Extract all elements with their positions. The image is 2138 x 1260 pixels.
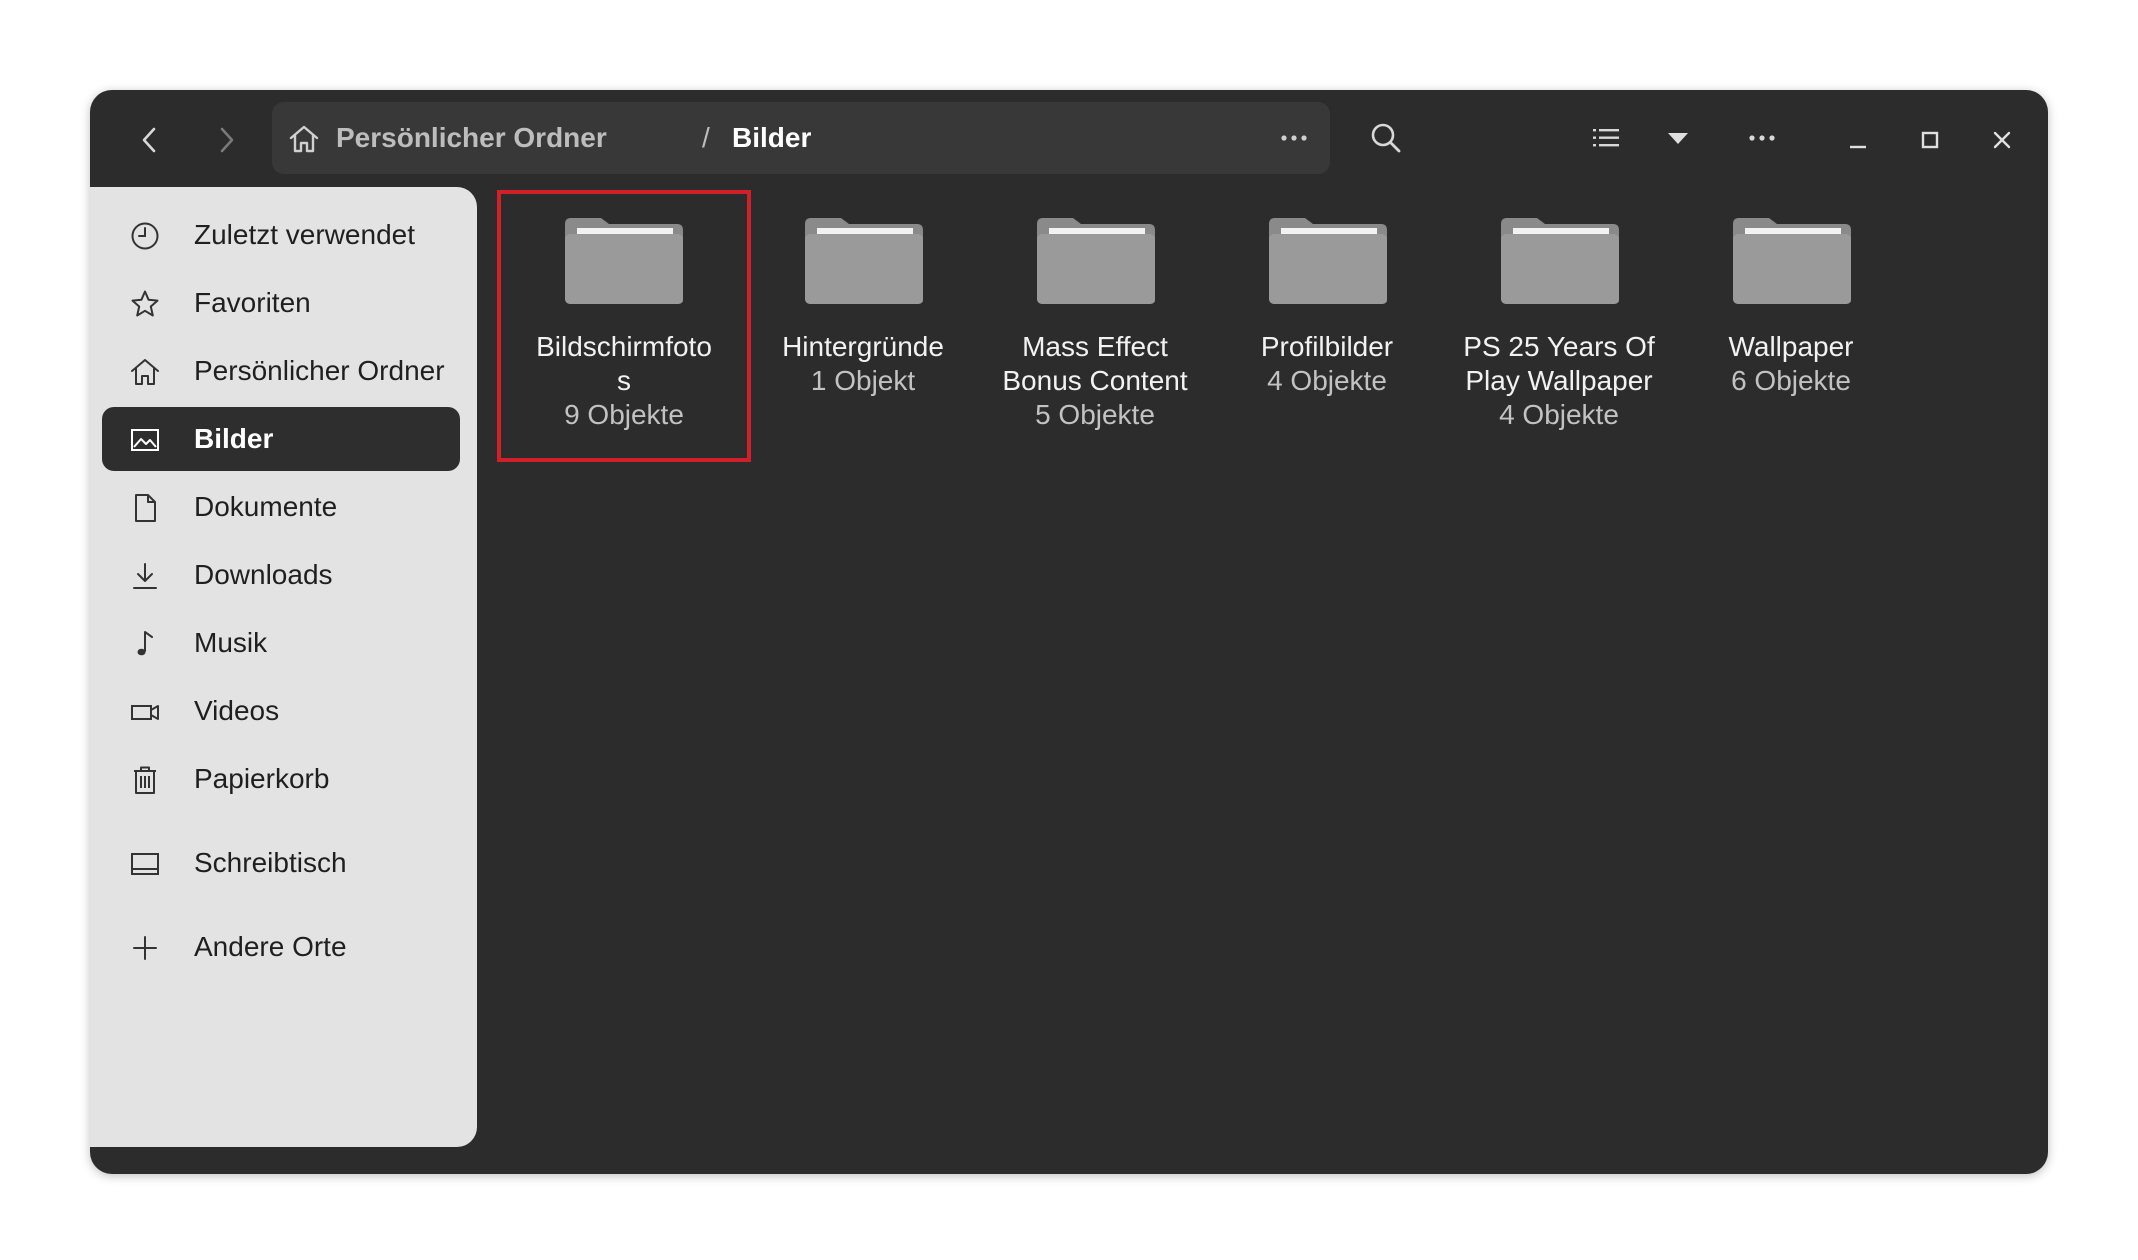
folder-name-line: Wallpaper: [1728, 331, 1854, 362]
caret-down-icon: [1668, 133, 1688, 144]
sidebar-item-label: Schreibtisch: [194, 847, 347, 878]
ellipsis-icon: [1281, 135, 1307, 141]
folder-item-count: 4 Objekte: [1499, 399, 1619, 430]
breadcrumb-item-current[interactable]: Bilder: [732, 102, 811, 174]
folder-name: Wallpaper 6 Objekte: [1675, 330, 1907, 398]
sidebar-item-label: Persönlicher Ordner: [194, 355, 445, 386]
folder-item[interactable]: PS 25 Years Of Play Wallpaper 4 Objekte: [1443, 190, 1675, 458]
folder-name: Hintergründe 1 Objekt: [747, 330, 979, 398]
folder-name: Mass Effect Bonus Content 5 Objekte: [979, 330, 1211, 432]
maximize-button[interactable]: [1902, 112, 1958, 168]
chevron-right-icon: [220, 127, 234, 153]
folder-item-count: 4 Objekte: [1267, 365, 1387, 396]
folder-grid: Bildschirmfoto s 9 Objekte Hintergründe …: [477, 190, 2048, 1174]
close-icon: [1993, 131, 2011, 149]
sidebar-item-label: Downloads: [194, 559, 333, 590]
ellipsis-icon: [1749, 135, 1775, 141]
folder-name: PS 25 Years Of Play Wallpaper 4 Objekte: [1443, 330, 1675, 432]
close-button[interactable]: [1974, 112, 2030, 168]
document-icon: [135, 494, 156, 522]
sidebar-item-trash[interactable]: Papierkorb: [102, 747, 460, 811]
sidebar-item-favorites[interactable]: Favoriten: [102, 271, 460, 335]
folder-item[interactable]: Profilbilder 4 Objekte: [1211, 190, 1443, 458]
minimize-icon: [1850, 145, 1866, 149]
view-options-button[interactable]: [1650, 110, 1706, 166]
chevron-left-icon: [142, 127, 156, 153]
back-button[interactable]: [122, 112, 178, 168]
sidebar-item-music[interactable]: Musik: [102, 611, 460, 675]
folder-item[interactable]: Wallpaper 6 Objekte: [1675, 190, 1907, 458]
image-icon: [131, 429, 159, 451]
folder-name: Profilbilder 4 Objekte: [1211, 330, 1443, 398]
sidebar-item-videos[interactable]: Videos: [102, 679, 460, 743]
folder-name: Bildschirmfoto s 9 Objekte: [497, 330, 751, 432]
folder-name-line: Profilbilder: [1260, 331, 1394, 362]
sidebar-item-other-locations[interactable]: Andere Orte: [102, 915, 460, 979]
path-menu-button[interactable]: [1266, 110, 1322, 166]
music-icon: [137, 631, 153, 656]
sidebar-item-label: Musik: [194, 627, 268, 658]
video-icon: [131, 705, 159, 720]
folder-item-count: 9 Objekte: [564, 399, 684, 430]
folder-item-count: 6 Objekte: [1731, 365, 1851, 396]
list-view-icon: [1593, 129, 1619, 147]
forward-button[interactable]: [198, 112, 254, 168]
folder-item-count: 5 Objekte: [1035, 399, 1155, 430]
clock-icon: [131, 222, 159, 250]
search-icon: [1371, 123, 1401, 153]
trash-icon: [134, 766, 156, 794]
main-menu-button[interactable]: [1734, 110, 1790, 166]
star-icon: [131, 290, 159, 317]
folder-name-line: Mass Effect: [1022, 331, 1168, 362]
file-manager-window: Persönlicher Ordner / Bilder Zuletzt ver…: [90, 90, 2048, 1174]
breadcrumb-home[interactable]: [288, 124, 320, 159]
sidebar-item-pictures[interactable]: Bilder: [102, 407, 460, 471]
sidebar-item-label: Favoriten: [194, 287, 311, 318]
sidebar-item-label: Videos: [194, 695, 280, 726]
folder-item[interactable]: Bildschirmfoto s 9 Objekte: [497, 190, 751, 462]
folder-icon: [1037, 218, 1155, 304]
sidebar-item-documents[interactable]: Dokumente: [102, 475, 460, 539]
sidebar-item-recent[interactable]: Zuletzt verwendet: [102, 203, 460, 267]
folder-name-line: Hintergründe: [782, 331, 944, 362]
breadcrumb-item-home[interactable]: Persönlicher Ordner: [336, 102, 607, 174]
breadcrumb-separator: /: [702, 122, 710, 153]
plus-icon: [133, 936, 157, 960]
sidebar-item-label: Zuletzt verwendet: [194, 219, 415, 250]
sidebar-item-home[interactable]: Persönlicher Ordner: [102, 339, 460, 403]
sidebar-item-label: Dokumente: [194, 491, 338, 522]
folder-icon: [805, 218, 923, 304]
folder-name-line: Play Wallpaper: [1465, 365, 1653, 396]
sidebar: Zuletzt verwendet Favoriten Persönlicher…: [90, 187, 477, 1147]
folder-icon: [1269, 218, 1387, 304]
maximize-icon: [1921, 131, 1939, 149]
minimize-button[interactable]: [1830, 112, 1886, 168]
sidebar-item-label: Andere Orte: [194, 931, 347, 962]
folder-icon: [565, 218, 683, 304]
sidebar-item-label: Papierkorb: [194, 763, 330, 794]
folder-icon: [1733, 218, 1851, 304]
sidebar-item-downloads[interactable]: Downloads: [102, 543, 460, 607]
folder-name-line: Bonus Content: [1002, 365, 1188, 396]
header-bar: Persönlicher Ordner / Bilder: [90, 90, 2048, 190]
folder-name-line: Bildschirmfoto: [536, 331, 712, 362]
path-bar[interactable]: Persönlicher Ordner / Bilder: [272, 102, 1330, 174]
sidebar-item-desktop[interactable]: Schreibtisch: [102, 831, 460, 895]
folder-item-count: 1 Objekt: [810, 365, 916, 396]
folder-item[interactable]: Hintergründe 1 Objekt: [747, 190, 979, 458]
folder-item[interactable]: Mass Effect Bonus Content 5 Objekte: [979, 190, 1211, 458]
desktop-icon: [131, 853, 159, 875]
download-icon: [133, 563, 157, 589]
home-icon: [289, 125, 319, 153]
home-icon: [131, 359, 159, 385]
folder-name-line: PS 25 Years Of: [1463, 331, 1655, 362]
folder-name-line: s: [617, 365, 631, 396]
sidebar-item-label: Bilder: [194, 423, 274, 454]
list-view-button[interactable]: [1578, 110, 1634, 166]
folder-icon: [1501, 218, 1619, 304]
search-button[interactable]: [1358, 110, 1414, 166]
